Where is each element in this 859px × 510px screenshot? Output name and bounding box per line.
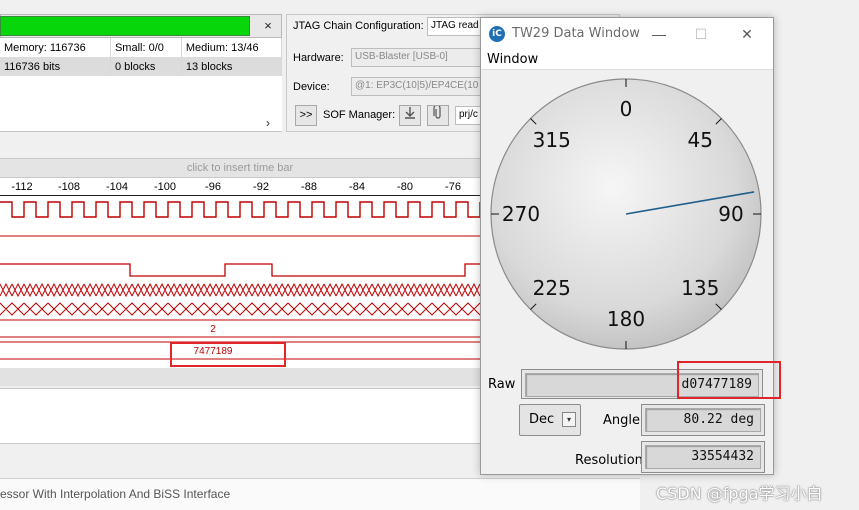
sof-expand-button[interactable]: >>: [295, 105, 317, 126]
ruler-tick: -80: [397, 181, 413, 193]
title-bar[interactable]: iC TW29 Data Window — ☐ ✕: [481, 18, 773, 50]
dial-label: 270: [502, 202, 540, 226]
tw29-data-window: iC TW29 Data Window — ☐ ✕ Window 0 45 90 13…: [480, 17, 781, 475]
window-title: TW29 Data Window: [512, 26, 640, 41]
chevron-down-icon: ▾: [562, 412, 576, 427]
waveform-area[interactable]: 2 7477189: [0, 196, 480, 368]
device-select[interactable]: @1: EP3C(10|5)/EP4CE(10: [351, 77, 491, 96]
time-ruler: -112 -108 -104 -100 -96 -92 -88 -84 -80 …: [0, 178, 480, 196]
lower-panel: [0, 388, 480, 444]
jtag-status: JTAG read: [427, 17, 487, 36]
memory-small: Small: 0/0: [110, 38, 182, 57]
format-select-button[interactable]: Dec ▾: [519, 404, 581, 436]
dial-label: 225: [533, 276, 571, 300]
raw-label: Raw: [488, 377, 516, 392]
dial-label: 315: [533, 128, 571, 152]
angle-dial: 0 45 90 135 180 225 270 315: [490, 78, 762, 350]
hardware-select[interactable]: USB-Blaster [USB-0]: [351, 48, 491, 67]
ruler-tick: -84: [349, 181, 365, 193]
ruler-tick: -112: [11, 181, 33, 193]
close-icon[interactable]: ×: [260, 18, 276, 34]
program-device-icon[interactable]: [399, 105, 421, 126]
angle-label: Angle: [603, 413, 640, 428]
maximize-icon[interactable]: ☐: [687, 24, 715, 44]
position-highlight-box: [170, 342, 286, 367]
minimize-icon[interactable]: —: [645, 24, 673, 44]
close-icon[interactable]: ✕: [733, 24, 761, 44]
waveform-trace: [0, 263, 480, 277]
hardware-label: Hardware:: [293, 52, 344, 64]
medium-blocks: 13 blocks: [181, 57, 283, 76]
sof-file-field[interactable]: prj/c: [455, 106, 483, 125]
counter-bus-value: 2: [210, 324, 216, 335]
time-bar-strip[interactable]: click to insert time bar: [0, 158, 480, 178]
waveform-trace: [0, 302, 480, 316]
menu-bar: Window: [481, 50, 773, 70]
ruler-tick: -76: [445, 181, 461, 193]
format-label: Dec: [529, 412, 555, 427]
ruler-tick: -96: [205, 181, 221, 193]
grey-row: [0, 368, 480, 386]
ic-logo-icon: iC: [489, 26, 505, 42]
dial-label: 180: [607, 307, 645, 331]
memory-usage-table: Memory: 116736 Small: 0/0 Medium: 13/46 …: [0, 38, 283, 76]
angle-value-field: 80.22 deg: [645, 408, 761, 432]
dial-label: 45: [688, 128, 713, 152]
resolution-value-field: 33554432: [645, 445, 761, 469]
jtag-title: JTAG Chain Configuration:: [293, 20, 424, 32]
memory-total: Memory: 116736: [0, 38, 111, 57]
scroll-right-icon[interactable]: ›: [266, 116, 270, 130]
waveform-trace: [0, 319, 480, 338]
small-blocks: 0 blocks: [110, 57, 182, 76]
ruler-tick: -108: [57, 181, 81, 193]
memory-bits: 116736 bits: [0, 57, 111, 76]
status-text: essor With Interpolation And BiSS Interf…: [0, 487, 231, 501]
ruler-tick: -100: [153, 181, 177, 193]
raw-highlight-box: [677, 361, 781, 399]
ruler-tick: -104: [105, 181, 129, 193]
waveform-trace: [0, 201, 480, 218]
instance-list: [0, 76, 282, 132]
csdn-watermark: CSDN @fpga学习小白: [656, 484, 823, 503]
ruler-tick: -92: [253, 181, 269, 193]
progress-fill: [0, 16, 250, 36]
waveform-trace: [0, 282, 480, 298]
dial-label: 90: [718, 202, 743, 226]
ruler-tick: -88: [301, 181, 317, 193]
menu-window[interactable]: Window: [487, 52, 538, 67]
device-label: Device:: [293, 81, 330, 93]
attach-file-icon[interactable]: [427, 104, 449, 126]
sof-manager-label: SOF Manager:: [323, 109, 396, 121]
dial-label: 0: [620, 97, 633, 121]
dial-label: 135: [681, 276, 719, 300]
resolution-label: Resolution: [575, 453, 643, 468]
memory-medium: Medium: 13/46: [181, 38, 283, 57]
